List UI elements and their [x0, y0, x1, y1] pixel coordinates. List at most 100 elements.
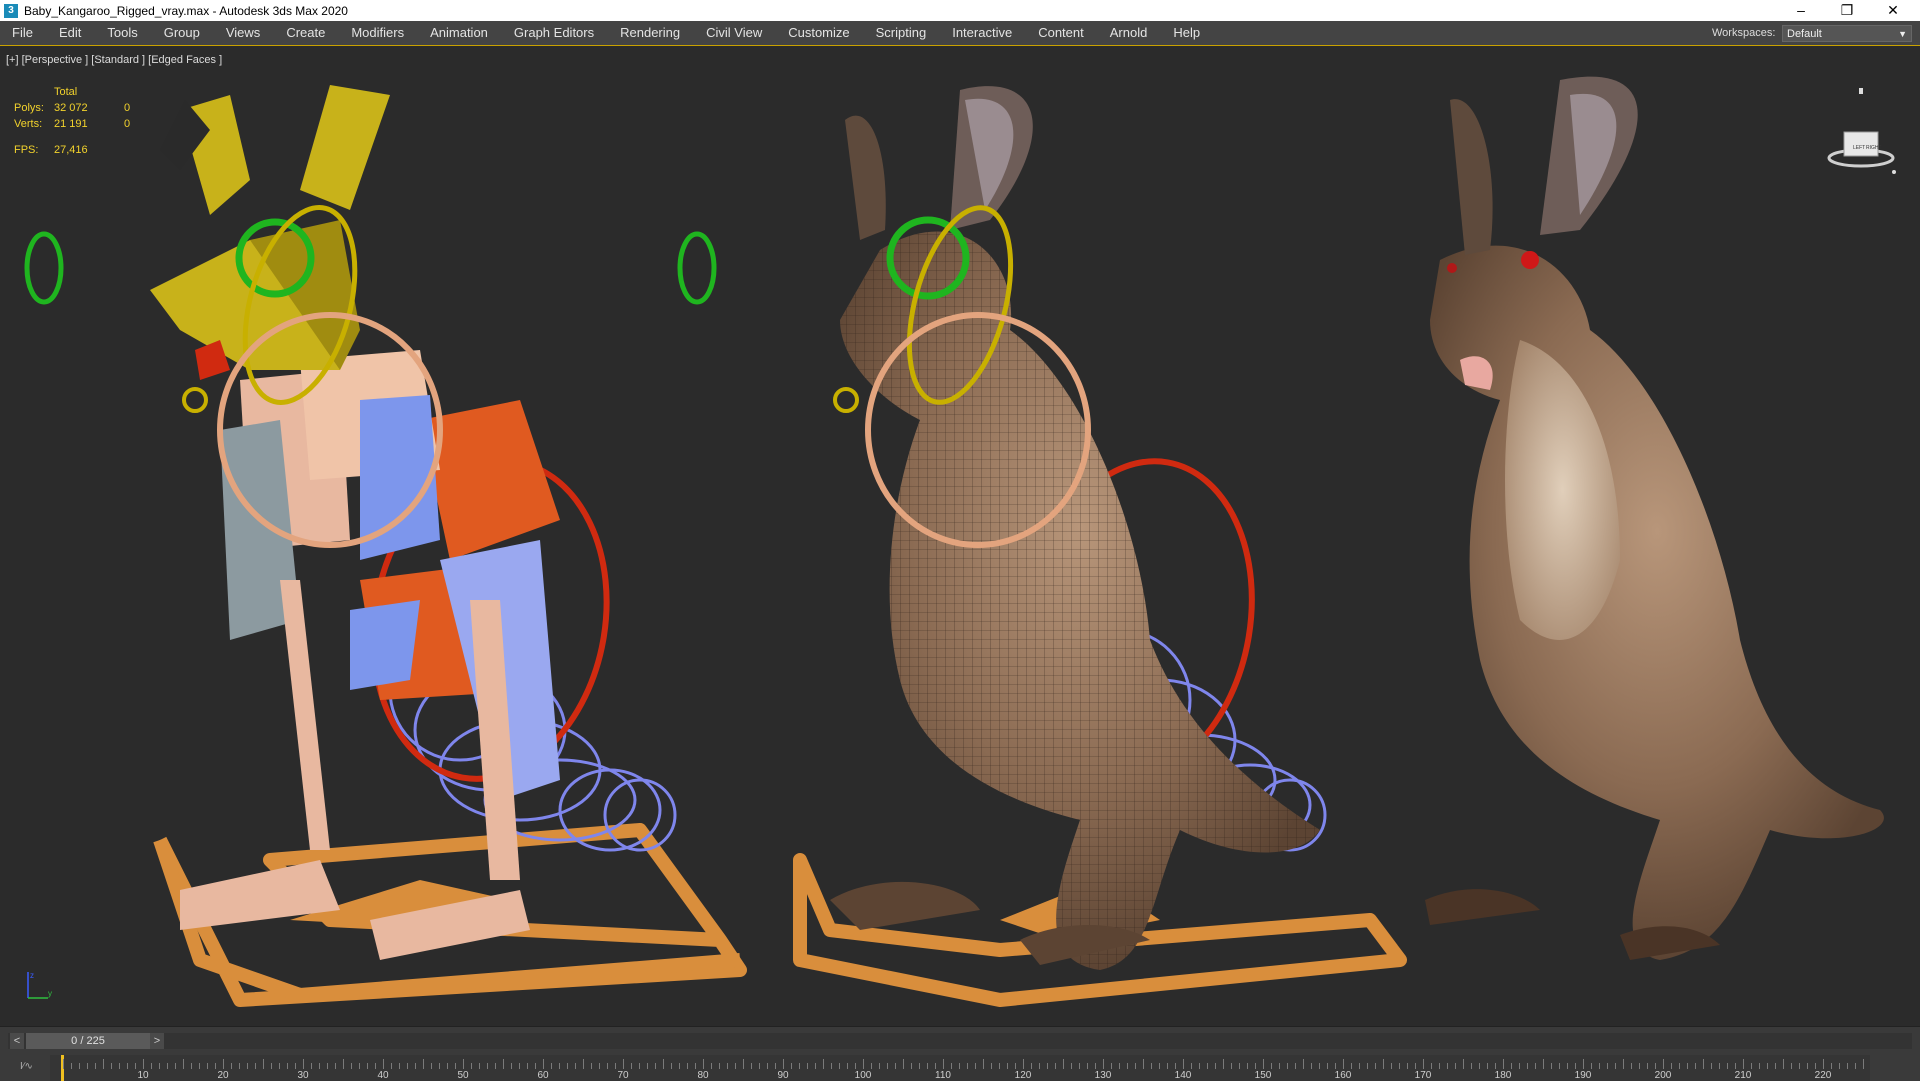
ruler-tick	[431, 1063, 432, 1069]
ruler-tick	[1127, 1063, 1128, 1069]
curve-editor-toggle-icon[interactable]: I∕∿	[20, 1061, 33, 1072]
ruler-tick	[823, 1059, 824, 1069]
restore-button[interactable]: ❐	[1824, 0, 1870, 21]
ruler-tick	[1791, 1063, 1792, 1069]
stats-header: Total	[54, 86, 78, 98]
ruler-tick	[1047, 1063, 1048, 1069]
ruler-tick	[103, 1059, 104, 1069]
menu-edit[interactable]: Edit	[46, 21, 94, 45]
axis-z-label: z	[30, 971, 34, 980]
menu-graph-editors[interactable]: Graph Editors	[501, 21, 607, 45]
ruler-label: 190	[1574, 1070, 1592, 1081]
ruler-tick	[1351, 1063, 1352, 1069]
ruler-tick	[319, 1063, 320, 1069]
textured-kangaroo[interactable]	[1425, 76, 1884, 960]
ruler-tick	[1055, 1063, 1056, 1069]
viewcube-left-face: LEFT	[1853, 145, 1865, 151]
ruler-tick	[175, 1063, 176, 1069]
next-frame-button[interactable]: >	[150, 1033, 164, 1049]
menu-animation[interactable]: Animation	[417, 21, 501, 45]
menu-scripting[interactable]: Scripting	[863, 21, 940, 45]
menu-views[interactable]: Views	[213, 21, 273, 45]
ruler-tick	[359, 1063, 360, 1069]
control-ring-middle[interactable]	[677, 231, 717, 305]
menu-customize[interactable]: Customize	[775, 21, 862, 45]
scene-canvas[interactable]	[0, 46, 1920, 1026]
ruler-tick	[1815, 1063, 1816, 1069]
menu-interactive[interactable]: Interactive	[939, 21, 1025, 45]
menu-rendering[interactable]: Rendering	[607, 21, 693, 45]
ruler-tick	[143, 1059, 144, 1069]
ruler-tick	[799, 1063, 800, 1069]
ruler-tick	[463, 1059, 464, 1069]
ruler-tick	[1015, 1063, 1016, 1069]
menu-civil-view[interactable]: Civil View	[693, 21, 775, 45]
menu-create[interactable]: Create	[273, 21, 338, 45]
ruler-tick	[1719, 1063, 1720, 1069]
rig-proxy-kangaroo[interactable]	[150, 85, 747, 1007]
verts-label: Verts:	[14, 118, 43, 130]
menu-group[interactable]: Group	[151, 21, 213, 45]
ruler-tick	[1207, 1063, 1208, 1069]
ruler-tick	[1591, 1063, 1592, 1069]
ruler-tick	[199, 1063, 200, 1069]
axis-tripod-icon: z y	[27, 971, 52, 999]
ruler-tick	[1247, 1063, 1248, 1069]
ruler-tick	[687, 1063, 688, 1069]
ruler-tick	[1143, 1059, 1144, 1069]
prev-frame-button[interactable]: <	[10, 1033, 24, 1049]
ruler-tick	[487, 1063, 488, 1069]
ruler-tick	[383, 1059, 384, 1069]
ruler-tick	[71, 1063, 72, 1069]
ruler-tick	[207, 1063, 208, 1069]
ruler-tick	[287, 1063, 288, 1069]
control-ring-left[interactable]	[24, 231, 64, 305]
ruler-tick	[815, 1063, 816, 1069]
close-button[interactable]: ✕	[1870, 0, 1916, 21]
ruler-tick	[1471, 1063, 1472, 1069]
ruler-tick	[1855, 1063, 1856, 1069]
ruler-tick	[503, 1059, 504, 1069]
ruler-tick	[183, 1059, 184, 1069]
perspective-viewport[interactable]: [+] [Perspective ] [Standard ] [Edged Fa…	[0, 46, 1920, 1026]
viewcube[interactable]: LEFT RIGHT	[1826, 86, 1896, 176]
ruler-tick	[647, 1063, 648, 1069]
ruler-tick	[1159, 1063, 1160, 1069]
viewport-label[interactable]: [+] [Perspective ] [Standard ] [Edged Fa…	[6, 54, 222, 66]
ruler-tick	[1079, 1063, 1080, 1069]
workspaces-dropdown[interactable]: Default ▼	[1782, 25, 1912, 42]
ruler-tick	[1335, 1063, 1336, 1069]
menu-tools[interactable]: Tools	[94, 21, 150, 45]
workspaces-label: Workspaces:	[1712, 27, 1776, 39]
menu-modifiers[interactable]: Modifiers	[338, 21, 417, 45]
home-icon	[1859, 88, 1863, 94]
ruler-tick	[591, 1063, 592, 1069]
menu-content[interactable]: Content	[1025, 21, 1097, 45]
minimize-button[interactable]: –	[1778, 0, 1824, 21]
menu-arnold[interactable]: Arnold	[1097, 21, 1161, 45]
menu-file[interactable]: File	[0, 21, 46, 45]
ruler-tick	[1223, 1059, 1224, 1069]
menu-help[interactable]: Help	[1160, 21, 1213, 45]
ruler-label: 170	[1414, 1070, 1432, 1081]
ruler-tick	[1655, 1063, 1656, 1069]
ruler-tick	[511, 1063, 512, 1069]
ruler-tick	[735, 1063, 736, 1069]
ruler-tick	[1663, 1059, 1664, 1069]
timeline-ruler[interactable]: 10 20 30 40 50 60 70 80 90 100 110 120 130 140 150 160 1…	[50, 1055, 1870, 1081]
time-slider-thumb[interactable]: 0 / 225	[26, 1033, 150, 1049]
ruler-tick	[1023, 1059, 1024, 1069]
ruler-tick	[871, 1063, 872, 1069]
mesh-kangaroo[interactable]	[793, 86, 1407, 1007]
ruler-tick	[943, 1059, 944, 1069]
ruler-tick	[999, 1063, 1000, 1069]
polys-value: 32 072	[54, 102, 88, 114]
ruler-tick	[1447, 1063, 1448, 1069]
ruler-tick	[1543, 1059, 1544, 1069]
ruler-tick	[231, 1063, 232, 1069]
time-slider-track[interactable]	[8, 1033, 1912, 1049]
app-icon: 3	[4, 3, 18, 18]
fps-value: 27,416	[54, 144, 88, 156]
ruler-tick	[1303, 1059, 1304, 1069]
ruler-label: 180	[1494, 1070, 1512, 1081]
